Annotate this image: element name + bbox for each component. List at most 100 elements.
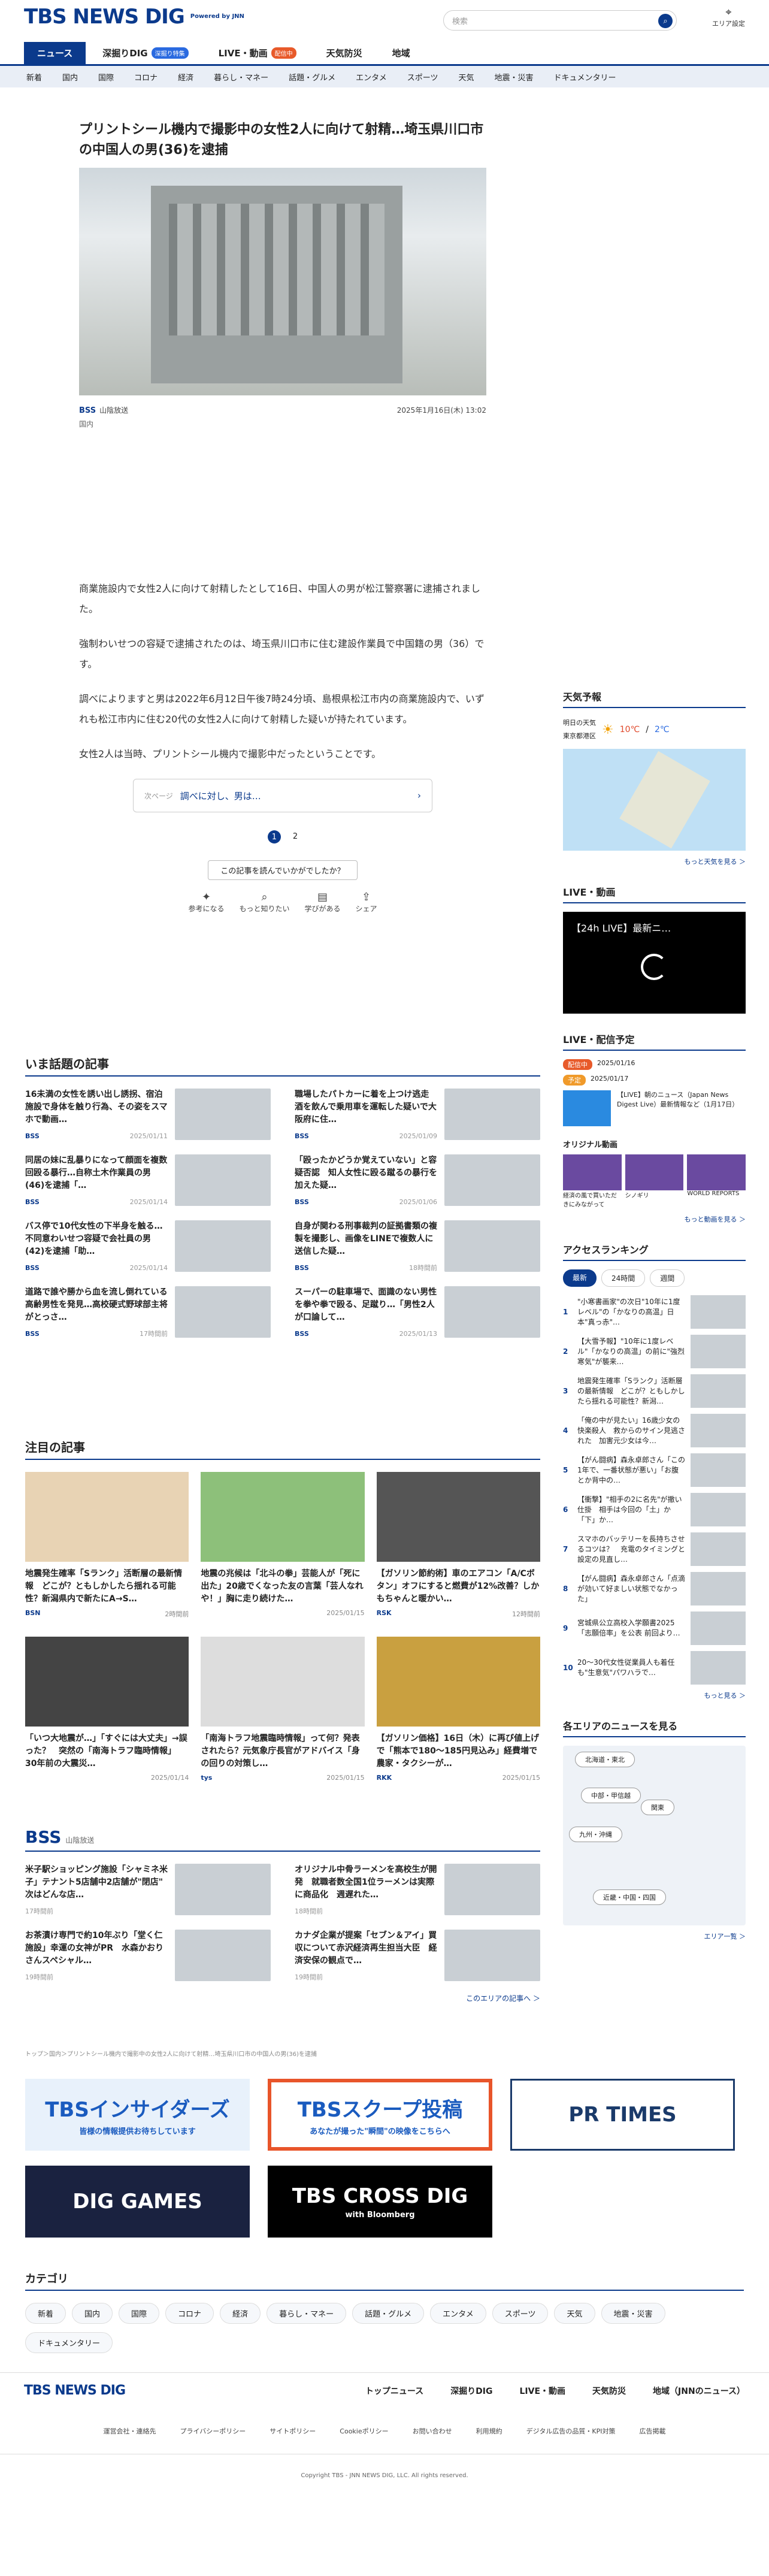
- nav-tab-0[interactable]: ニュース: [24, 42, 86, 64]
- subnav-item[interactable]: 国内: [62, 71, 78, 83]
- banner-3[interactable]: DIG GAMES: [25, 2166, 250, 2238]
- subnav-item[interactable]: コロナ: [134, 71, 158, 83]
- nav-tab-2[interactable]: LIVE・動画 配信中: [205, 42, 310, 64]
- weather-more-link[interactable]: もっと天気を見る ＞: [563, 857, 746, 866]
- subnav-item[interactable]: 地震・災害: [495, 71, 534, 83]
- footer-logo[interactable]: TBS NEWS DIG: [24, 2383, 126, 2398]
- ranking-item[interactable]: 4 「俺の中が見たい」16歳少女の快楽殺人 救からのサイン見逃された 加害元少女は…: [563, 1414, 746, 1447]
- ranking-item[interactable]: 10 20～30代女性従業員人も着任も"生意気"パワハラで…: [563, 1651, 746, 1685]
- banner-1[interactable]: TBSスクープ投稿 あなたが撮った"瞬間"の映像をこちらへ: [268, 2079, 492, 2151]
- feedback-option[interactable]: ▤ 学びがある: [304, 891, 340, 914]
- original-video[interactable]: シノギリ: [625, 1154, 684, 1208]
- footer-sub-link[interactable]: サイトポリシー: [270, 2426, 316, 2436]
- ranking-item[interactable]: 3 地震発生確率「Sランク」活断層の最新情報 どこが？ともしかしたら揺れる可能性？…: [563, 1374, 746, 1408]
- footer-sub-link[interactable]: お問い合わせ: [413, 2426, 452, 2436]
- area-region-button[interactable]: 九州・沖縄: [569, 1827, 622, 1842]
- category-chip[interactable]: 経済: [220, 2303, 261, 2324]
- hot-item[interactable]: バス停で10代女性の下半身を触る…不同意わいせつ容疑で会社員の男(42)を逮捕「…: [25, 1220, 271, 1274]
- live-player[interactable]: 【24h LIVE】最新ニ…: [563, 912, 746, 1014]
- ranking-tab[interactable]: 週間: [650, 1269, 685, 1287]
- footer-sub-link[interactable]: 広告掲載: [640, 2426, 666, 2436]
- footer-link[interactable]: 天気防災: [592, 2385, 626, 2397]
- ranking-item[interactable]: 2 【大雪予報】"10年に1度レベル"「かなりの高温」の前に"強烈寒気"が襲来…: [563, 1335, 746, 1368]
- hot-item[interactable]: 職場したパトカーに着を上つけ逃走 酒を飲んで乗用車を運転した疑いで大阪府に住… B…: [295, 1089, 540, 1142]
- page-2[interactable]: 2: [293, 830, 298, 843]
- hot-item[interactable]: スーパーの駐車場で、面識のない男性を拳や拳で殴る、足蹴り…「男性2人が口論して……: [295, 1286, 540, 1340]
- area-region-button[interactable]: 関東: [641, 1800, 674, 1815]
- weather-map[interactable]: [563, 749, 746, 851]
- hot-item[interactable]: 「殴ったかどうか覚えていない」と容疑否認 知人女性に殴る蹴るの暴行を加えた疑… B…: [295, 1154, 540, 1208]
- hot-item[interactable]: 同居の妹に乱暴りになって顔面を複数回殴る暴行…自称土木作業員の男(46)を逮捕「…: [25, 1154, 271, 1208]
- feedback-option[interactable]: ⇪ シェア: [355, 891, 377, 914]
- search-input[interactable]: 検索 ⌕: [443, 10, 677, 31]
- footer-sub-link[interactable]: デジタル広告の品質・KPI対策: [526, 2426, 616, 2436]
- subnav-item[interactable]: 話題・グルメ: [289, 71, 335, 83]
- category-chip[interactable]: 国内: [72, 2303, 113, 2324]
- ranking-more-link[interactable]: もっと見る ＞: [563, 1691, 746, 1700]
- footer-link[interactable]: 地域（JNNのニュース）: [653, 2385, 745, 2397]
- search-icon[interactable]: ⌕: [658, 14, 673, 28]
- nav-tab-3[interactable]: 天気防災: [313, 42, 376, 64]
- category-chip[interactable]: コロナ: [165, 2303, 214, 2324]
- hot-item[interactable]: 16未満の女性を誘い出し誘拐、宿泊施設で身体を触り行為、その姿をスマホで動画… B…: [25, 1089, 271, 1142]
- local-item[interactable]: カナダ企業が提案「セブン＆アイ」買収について赤沢経済再生担当大臣 経済安保の観点…: [295, 1930, 540, 1984]
- area-setting-button[interactable]: ⌖ エリア設定: [712, 6, 745, 28]
- ranking-item[interactable]: 8 【がん闘病】森永卓郎さん「点滴が効いて好ましい状態でなかった」: [563, 1572, 746, 1606]
- featured-card[interactable]: 「いつ大地震が…」「すぐには大丈夫」→誤った？ 突然の「南海トラフ臨時情報」 3…: [25, 1637, 189, 1782]
- banner-0[interactable]: TBSインサイダーズ 皆様の情報提供お待ちしています: [25, 2079, 250, 2151]
- subnav-item[interactable]: 天気: [458, 71, 474, 83]
- ranking-item[interactable]: 7 スマホのバッテリーを長持ちさせるコツは？ 充電のタイミングと設定の見直し…: [563, 1532, 746, 1566]
- subnav-item[interactable]: 暮らし・マネー: [214, 71, 268, 83]
- nav-tab-4[interactable]: 地域: [379, 42, 423, 64]
- footer-sub-link[interactable]: Cookieポリシー: [340, 2426, 388, 2436]
- local-more-link[interactable]: このエリアの記事へ ＞: [25, 1993, 540, 2003]
- subnav-item[interactable]: スポーツ: [407, 71, 438, 83]
- local-item[interactable]: 米子駅ショッピング施設「シャミネ米子」テナント5店舗中2店舗が"閉店" 次はどん…: [25, 1864, 271, 1918]
- local-item[interactable]: お茶漬け専門で約10年ぶり「堂く仁施設」幸運の女神がPR 水森かおりさんスペシャ…: [25, 1930, 271, 1984]
- hot-item[interactable]: 自身が関わる刑事裁判の証拠書類の複製を撮影し、画像をLINEで複数人に送信した疑…: [295, 1220, 540, 1274]
- category-chip[interactable]: 天気: [554, 2303, 595, 2324]
- featured-card[interactable]: 【ガソリン節約術】車のエアコン「A/Cボタン」オフにすると燃費が12%改善？しか…: [376, 1472, 540, 1619]
- ranking-tab[interactable]: 24時間: [601, 1269, 646, 1287]
- area-region-button[interactable]: 中部・甲信越: [581, 1788, 641, 1803]
- category-chip[interactable]: エンタメ: [430, 2303, 486, 2324]
- schedule-item[interactable]: 【LIVE】朝のニュース（Japan News Digest Live）最新情報…: [617, 1090, 746, 1126]
- nav-tab-1[interactable]: 深掘りDIG 深掘り特集: [89, 42, 201, 64]
- original-video[interactable]: 経済の風で買いただきにみながって: [563, 1154, 622, 1208]
- hot-item[interactable]: 道路で誰や勝から血を流し倒れている高齢男性を発見…高校硬式野球部主将がとっさ… B…: [25, 1286, 271, 1340]
- ranking-item[interactable]: 5 【がん闘病】森永卓郎さん「この1年で、一番状態が悪い」「お腹とか背中の…: [563, 1453, 746, 1487]
- subnav-item[interactable]: 国際: [98, 71, 114, 83]
- featured-card[interactable]: 【ガソリン価格】16日（木）に再び値上げで「熊本で180～185円見込み」経費増…: [376, 1637, 540, 1782]
- feedback-option[interactable]: ✦ 参考になる: [188, 891, 224, 914]
- banner-2[interactable]: PR TIMES: [510, 2079, 735, 2151]
- subnav-item[interactable]: 経済: [178, 71, 193, 83]
- feedback-option[interactable]: ⌕ もっと知りたい: [239, 891, 289, 914]
- subnav-item[interactable]: ドキュメンタリー: [554, 71, 616, 83]
- original-video[interactable]: WORLD REPORTS: [687, 1154, 746, 1208]
- subnav-item[interactable]: 新着: [26, 71, 42, 83]
- footer-link[interactable]: 深掘りDIG: [450, 2385, 492, 2397]
- banner-4[interactable]: TBS CROSS DIG with Bloomberg: [268, 2166, 492, 2238]
- subnav-item[interactable]: エンタメ: [356, 71, 387, 83]
- area-region-button[interactable]: 近畿・中国・四国: [593, 1889, 666, 1905]
- category-chip[interactable]: 新着: [25, 2303, 66, 2324]
- featured-card[interactable]: 地震発生確率「Sランク」活断層の最新情報 どこが？ともしかしたら揺れる可能性？新…: [25, 1472, 189, 1619]
- category-chip[interactable]: 地震・災害: [601, 2303, 665, 2324]
- footer-sub-link[interactable]: プライバシーポリシー: [180, 2426, 246, 2436]
- category-chip[interactable]: ドキュメンタリー: [25, 2332, 113, 2353]
- schedule-thumb[interactable]: [563, 1090, 611, 1126]
- site-logo[interactable]: TBS NEWS DIG Powered by JNN: [24, 5, 244, 29]
- article-category[interactable]: 国内: [79, 419, 486, 429]
- featured-card[interactable]: 地震の兆候は「北斗の拳」芸能人が「死に出た」20歳でくなった友の言葉「芸人なれや…: [201, 1472, 365, 1619]
- local-item[interactable]: オリジナル中骨ラーメンを高校生が開発 就職者数全国1位ラーメンは実際に商品化 週…: [295, 1864, 540, 1918]
- ranking-item[interactable]: 9 宮城県公立高校入学願書2025「志願倍率」を公表 前回より…: [563, 1611, 746, 1645]
- original-more-link[interactable]: もっと動画を見る ＞: [563, 1214, 746, 1224]
- ranking-tab[interactable]: 最新: [563, 1269, 597, 1287]
- area-more-link[interactable]: エリア一覧 ＞: [563, 1931, 746, 1941]
- page-1[interactable]: 1: [267, 830, 281, 843]
- footer-link[interactable]: LIVE・動画: [520, 2385, 566, 2397]
- footer-sub-link[interactable]: 利用規約: [476, 2426, 502, 2436]
- category-chip[interactable]: スポーツ: [492, 2303, 549, 2324]
- footer-link[interactable]: トップニュース: [365, 2385, 423, 2397]
- ranking-item[interactable]: 6 【衝撃】"相手の2に名先"が撤い仕掛 相手は今回の「土」か「下」か…: [563, 1493, 746, 1526]
